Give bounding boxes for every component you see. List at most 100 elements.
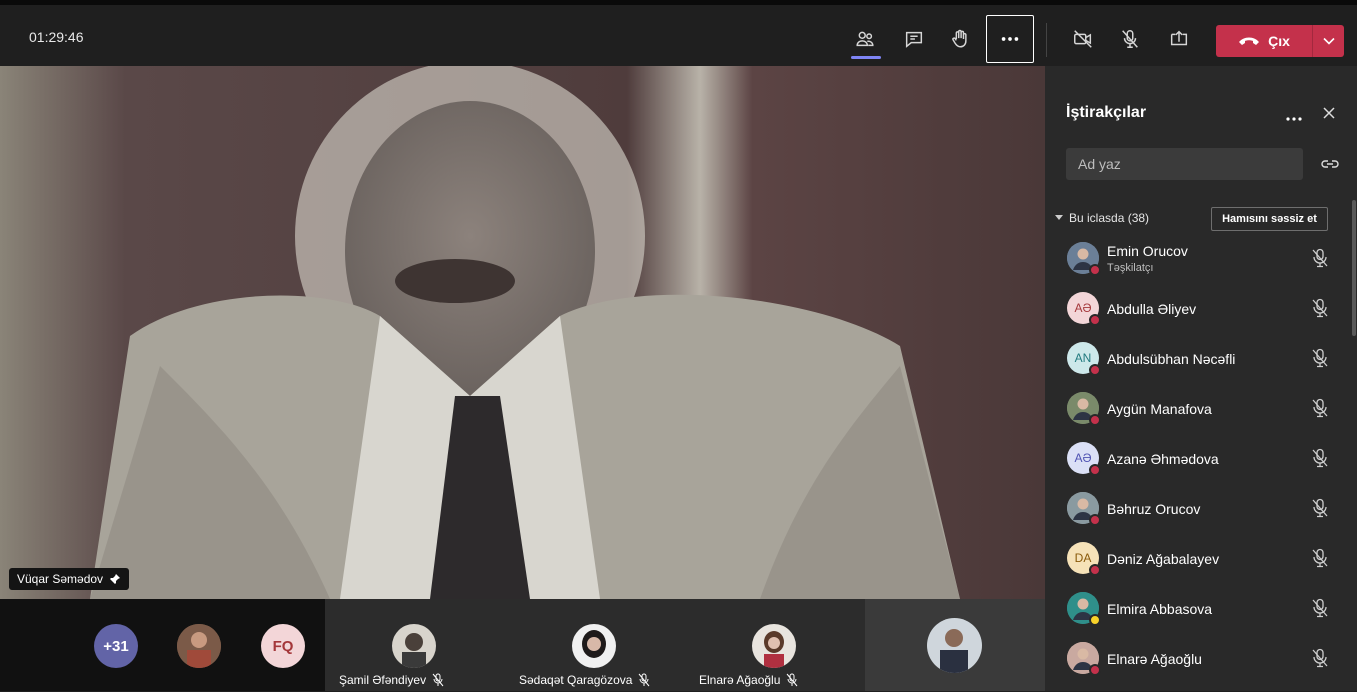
- participant-name: Dəniz Ağabalayev: [1107, 551, 1220, 567]
- mute-all-button[interactable]: Hamısını səssiz et: [1211, 207, 1328, 231]
- leave-button[interactable]: Çıx: [1216, 25, 1312, 57]
- leave-label: Çıx: [1268, 33, 1290, 49]
- participant-avatar: [392, 624, 436, 668]
- tile-participant-name: Sədaqət Qaragözova: [519, 673, 633, 687]
- section-label: Bu iclasda (38): [1069, 211, 1150, 225]
- presence-status-dot: [1089, 464, 1101, 476]
- video-tile[interactable]: Şamil Əfəndiyev: [325, 599, 505, 691]
- participant-name: Abdulsübhan Nəcəfli: [1107, 351, 1236, 367]
- mic-off-icon[interactable]: [1311, 398, 1329, 418]
- presence-status-dot: [1089, 264, 1101, 276]
- presence-status-dot: [1089, 514, 1101, 526]
- participant-avatar: [927, 618, 982, 673]
- mic-off-icon[interactable]: [1311, 348, 1329, 368]
- participant-photo: [392, 624, 436, 668]
- participant-search-input[interactable]: Ad yaz: [1066, 148, 1303, 180]
- mic-off-icon: [1122, 30, 1138, 48]
- video-tile[interactable]: Sədaqət Qaragözova: [505, 599, 685, 691]
- speaker-name-tag: Vüqar Səmədov: [9, 568, 130, 590]
- mic-off-icon[interactable]: [1311, 448, 1329, 468]
- camera-toggle-button[interactable]: [1061, 17, 1105, 61]
- mic-off-icon[interactable]: [1311, 548, 1329, 568]
- presence-status-dot: [1089, 564, 1101, 576]
- participant-avatar[interactable]: [177, 624, 221, 668]
- leave-button-group: Çıx: [1216, 25, 1344, 57]
- participant-row[interactable]: AN Abdulsübhan Nəcəfli: [1045, 342, 1345, 392]
- presence-status-dot: [1089, 364, 1101, 376]
- participant-photo: [572, 624, 616, 668]
- chat-button[interactable]: [892, 17, 936, 61]
- initials-avatar[interactable]: FQ: [261, 624, 305, 668]
- tile-name-label: Şamil Əfəndiyev: [339, 673, 444, 687]
- panel-title: İştirakçılar: [1066, 104, 1147, 121]
- more-icon: [1286, 117, 1302, 121]
- video-tile[interactable]: Elnarə Ağaoğlu: [685, 599, 865, 691]
- main-video: [0, 66, 1045, 599]
- participant-row[interactable]: Bəhruz Orucov: [1045, 492, 1345, 542]
- participant-photo: [177, 624, 221, 668]
- chat-icon: [905, 31, 923, 48]
- chevron-down-icon: [1322, 37, 1335, 45]
- more-icon: [1001, 37, 1019, 41]
- tile-name-label: Elnarə Ağaoğlu: [699, 673, 798, 687]
- participant-photo: [927, 618, 982, 673]
- participant-name: Elmira Abbasova: [1107, 601, 1213, 617]
- participant-avatar: [752, 624, 796, 668]
- participant-row[interactable]: Aygün Manafova: [1045, 392, 1345, 442]
- mic-off-icon[interactable]: [1311, 298, 1329, 318]
- mic-off-icon[interactable]: [1311, 648, 1329, 668]
- mic-off-icon[interactable]: [1311, 498, 1329, 518]
- toolbar-divider: [1046, 23, 1047, 57]
- speaker-name: Vüqar Səmədov: [17, 572, 104, 586]
- people-icon: [856, 31, 874, 47]
- participant-name: Aygün Manafova: [1107, 401, 1212, 417]
- more-actions-button[interactable]: [986, 15, 1034, 63]
- panel-more-button[interactable]: [1285, 106, 1303, 127]
- tile-participant-name: Elnarə Ağaoğlu: [699, 673, 781, 687]
- participant-role: Təşkilatçı: [1107, 262, 1154, 274]
- participant-photo: [752, 624, 796, 668]
- participant-name: Emin Orucov: [1107, 243, 1188, 259]
- chevron-down-icon: [1055, 215, 1063, 220]
- participant-row[interactable]: Emin Orucov Təşkilatçı: [1045, 242, 1345, 292]
- link-icon[interactable]: [1320, 154, 1340, 174]
- mic-off-icon: [639, 673, 650, 687]
- meeting-toolbar: 01:29:46 Çıx: [0, 0, 1357, 66]
- self-video-tile[interactable]: [865, 599, 1045, 691]
- mic-toggle-button[interactable]: [1108, 17, 1152, 61]
- overflow-count-badge[interactable]: +31: [94, 624, 138, 668]
- panel-scrollbar[interactable]: [1352, 200, 1356, 336]
- mic-off-icon: [787, 673, 798, 687]
- mic-off-icon: [432, 673, 444, 687]
- participant-name: Azanə Əhmədova: [1107, 451, 1219, 467]
- participant-row[interactable]: AƏ Abdulla Əliyev: [1045, 292, 1345, 342]
- hand-icon: [952, 29, 967, 48]
- participant-name: Abdulla Əliyev: [1107, 301, 1197, 317]
- presence-status-dot: [1089, 414, 1101, 426]
- participants-button[interactable]: [843, 17, 887, 61]
- participants-panel: İştirakçılar Ad yaz Bu iclasda (38) Hamı…: [1045, 66, 1357, 691]
- panel-close-button[interactable]: [1322, 104, 1336, 125]
- tile-participant-name: Şamil Əfəndiyev: [339, 673, 427, 687]
- participant-name: Elnarə Ağaoğlu: [1107, 651, 1202, 667]
- leave-options-button[interactable]: [1312, 25, 1344, 57]
- presence-status-dot: [1089, 314, 1101, 326]
- mic-off-icon[interactable]: [1311, 248, 1329, 268]
- section-header[interactable]: Bu iclasda (38): [1055, 211, 1149, 225]
- participant-row[interactable]: DA Dəniz Ağabalayev: [1045, 542, 1345, 592]
- presence-status-dot: [1089, 614, 1101, 626]
- close-icon: [1323, 107, 1335, 119]
- tile-name-label: Sədaqət Qaragözova: [519, 673, 650, 687]
- participant-row[interactable]: Elnarə Ağaoğlu: [1045, 642, 1345, 692]
- hang-up-icon: [1239, 37, 1260, 45]
- participant-avatar: [572, 624, 616, 668]
- camera-off-icon: [1074, 30, 1092, 48]
- participant-row[interactable]: Elmira Abbasova: [1045, 592, 1345, 642]
- share-screen-icon: [1170, 30, 1188, 46]
- participant-row[interactable]: AƏ Azanə Əhmədova: [1045, 442, 1345, 492]
- share-screen-button[interactable]: [1157, 17, 1201, 61]
- meeting-timer: 01:29:46: [29, 29, 84, 45]
- mic-off-icon[interactable]: [1311, 598, 1329, 618]
- raise-hand-button[interactable]: [938, 17, 982, 61]
- participant-name: Bəhruz Orucov: [1107, 501, 1201, 517]
